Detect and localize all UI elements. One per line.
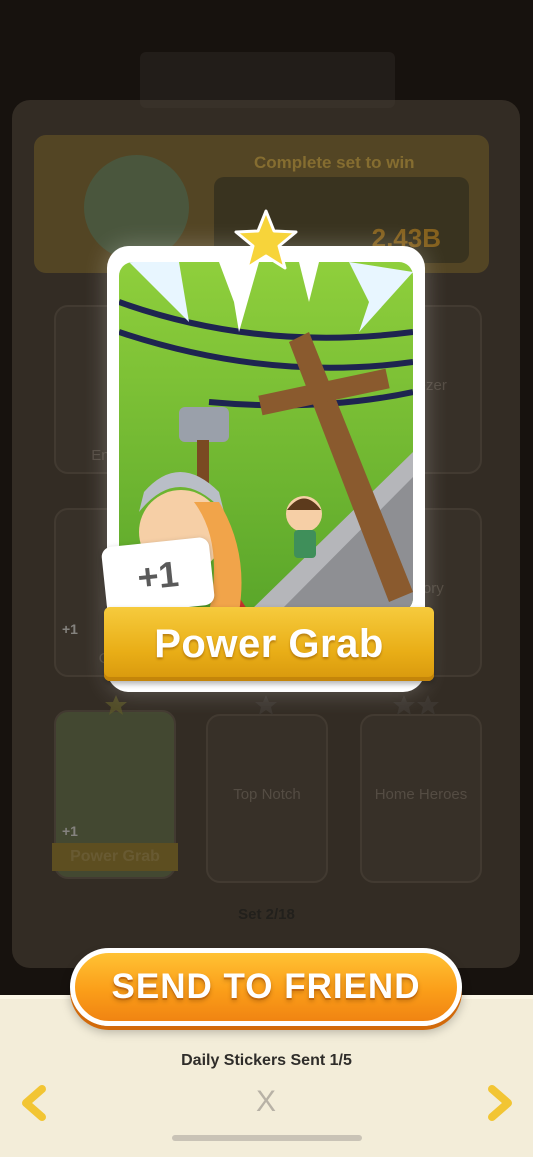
slot-plus-count: +1 — [62, 823, 78, 839]
slot-star-icon — [255, 695, 277, 715]
slot-caption: Power Grab — [52, 843, 178, 871]
slot-label: Top Notch — [233, 786, 301, 803]
next-arrow-icon[interactable] — [484, 1083, 518, 1123]
set-condition-text: Complete set to win — [254, 153, 415, 172]
slot-star-icon — [105, 695, 127, 715]
close-icon[interactable]: X — [250, 1086, 282, 1118]
sticker-slot-top-notch: Top Notch — [206, 714, 328, 883]
send-to-friend-button[interactable]: SEND TO FRIEND — [70, 948, 462, 1026]
rarity-star-icon — [234, 209, 298, 270]
slot-star-icon — [393, 695, 439, 715]
home-indicator[interactable] — [172, 1135, 362, 1141]
slot-plus-count: +1 — [62, 621, 78, 637]
sticker-name-ribbon: Power Grab — [104, 607, 434, 681]
daily-stickers-sent-counter: Daily Stickers Sent 1/5 — [181, 1052, 352, 1069]
set-progress-label: Set 2/18 — [238, 906, 295, 923]
set-avatar — [84, 155, 189, 260]
sticker-slot-home-heroes: Home Heroes — [360, 714, 482, 883]
sticker-slot-power-grab: +1 Power Grab — [52, 710, 178, 879]
send-button-label: SEND TO FRIEND — [111, 967, 421, 1006]
duplicate-count-badge: +1 — [100, 536, 216, 616]
slot-label: Home Heroes — [374, 786, 468, 803]
sticker-name: Power Grab — [154, 622, 384, 666]
previous-arrow-icon[interactable] — [16, 1083, 50, 1123]
